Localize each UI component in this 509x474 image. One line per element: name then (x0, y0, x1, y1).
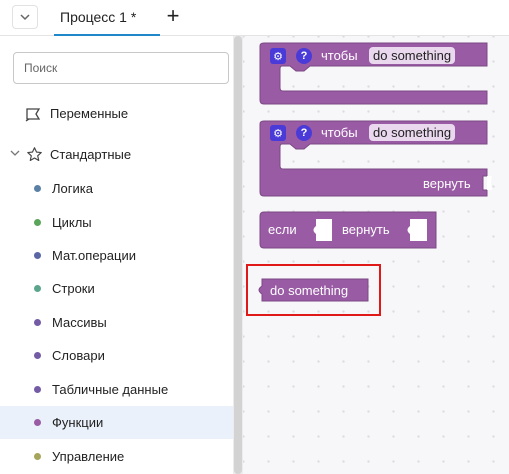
gear-icon[interactable]: ⚙ (270, 48, 286, 64)
return-label: вернуть (342, 222, 390, 237)
block-canvas (258, 42, 492, 302)
highlight-box (246, 264, 381, 316)
help-icon[interactable]: ? (296, 125, 312, 141)
procedure-name-field[interactable]: do something (369, 47, 456, 64)
if-label: если (268, 222, 297, 237)
help-icon[interactable]: ? (296, 48, 312, 64)
procedure-keyword: чтобы (321, 125, 358, 140)
return-label: вернуть (423, 176, 471, 191)
procedure-keyword: чтобы (321, 48, 358, 63)
procedure-name-field[interactable]: do something (369, 124, 456, 141)
gear-icon[interactable]: ⚙ (270, 125, 286, 141)
